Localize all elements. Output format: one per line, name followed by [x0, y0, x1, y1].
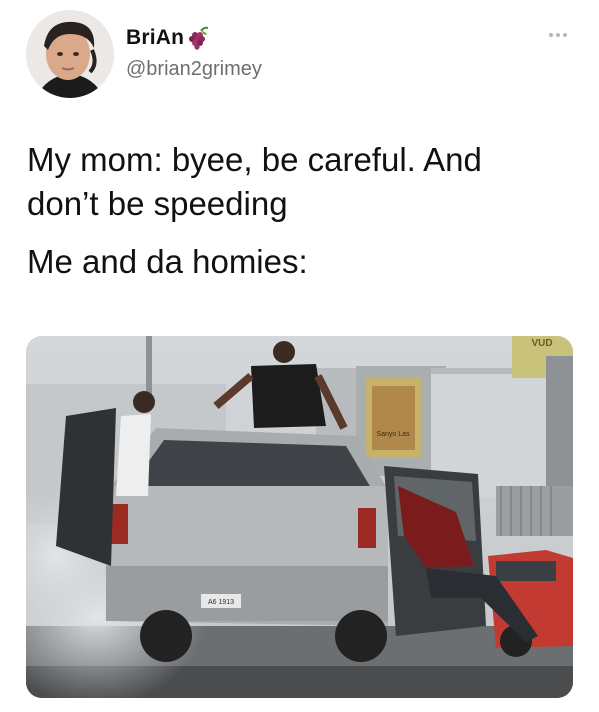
suv-photo: Sanyo Las VUD A6 1913 [26, 336, 573, 698]
tweet-text-line-2: don’t be speeding [27, 185, 288, 222]
tweet-card: BriAn @brian2grimey My mom: byee, be car… [0, 0, 599, 712]
more-dot [563, 33, 567, 37]
tweet-text-line-1: My mom: byee, be careful. And [27, 141, 482, 178]
avatar[interactable] [26, 10, 114, 98]
more-dot [556, 33, 560, 37]
tweet-text-line-3: Me and da homies: [27, 243, 308, 280]
author-handle[interactable]: @brian2grimey [126, 58, 262, 81]
tweet-media-photo[interactable]: Sanyo Las VUD A6 1913 [26, 336, 573, 698]
author-display-name[interactable]: BriAn [126, 26, 184, 50]
author-name-row[interactable]: BriAn [126, 26, 211, 50]
license-plate-text: A6 1913 [208, 599, 234, 606]
grapes-icon [187, 26, 211, 50]
avatar-image [26, 10, 114, 98]
more-dot [549, 33, 553, 37]
sign-text: VUD [531, 338, 552, 349]
billboard-text: Sanyo Las [376, 431, 410, 438]
tweet-text: My mom: byee, be careful. And don’t be s… [27, 138, 572, 284]
more-options-icon[interactable] [549, 30, 571, 40]
